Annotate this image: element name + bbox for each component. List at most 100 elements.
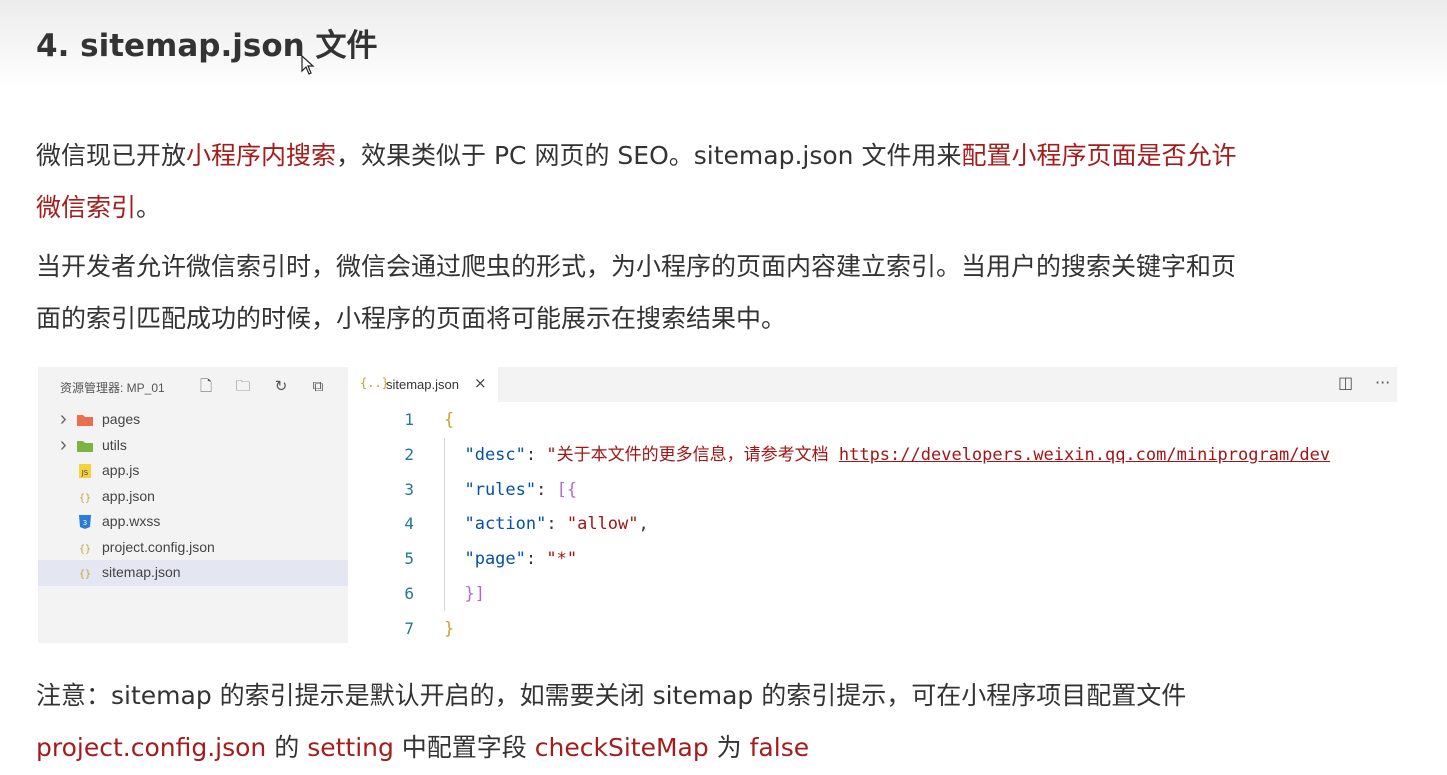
text-segment: 微信现已开放: [36, 141, 187, 170]
code-content: "action": "allow",: [444, 507, 649, 542]
code-token: }: [464, 583, 475, 604]
code-token: :: [525, 549, 547, 570]
code-content: "desc": "关于本文件的更多信息，请参考文档 https://develo…: [444, 438, 1330, 473]
file-tree: › pages › utils JS app.js {} app.json 3 app.wxss {…: [38, 407, 348, 586]
file-name: app.wxss: [102, 513, 161, 529]
split-editor-icon[interactable]: ◫: [1338, 373, 1353, 392]
text-segment: 的: [266, 733, 308, 762]
code-token: ]: [474, 583, 485, 604]
code-line: 4 "action": "allow",: [348, 507, 1397, 542]
code-token: {: [566, 479, 578, 500]
code-content: }]: [444, 577, 485, 612]
highlighted-text: project.config.json: [36, 733, 267, 762]
file-tree-item-utils[interactable]: › utils: [38, 433, 348, 459]
file-tree-item-pages[interactable]: › pages: [38, 407, 348, 433]
svg-text:{}: {}: [79, 569, 91, 580]
explorer-title: 资源管理器: MP_01: [60, 381, 165, 395]
highlighted-text: 配置小程序页面是否允许: [961, 141, 1237, 170]
css-file-icon: 3: [79, 515, 91, 529]
text-segment: 。: [136, 193, 162, 222]
editor-tab-bar: {..} sitemap.json × ◫ ···: [348, 367, 1397, 402]
code-content: "page": "*": [444, 542, 577, 577]
note-line-1: 注意：sitemap 的索引提示是默认开启的，如需要关闭 sitemap 的索引…: [36, 681, 1187, 710]
new-folder-icon[interactable]: 🗀: [233, 376, 253, 396]
close-icon[interactable]: ×: [474, 374, 487, 392]
code-line: 3 "rules": [{: [348, 473, 1397, 508]
file-tree-item-sitemap-json[interactable]: {} sitemap.json: [38, 560, 348, 586]
folder-icon: [77, 415, 93, 426]
folder-icon: [77, 440, 93, 452]
code-token: {: [444, 410, 455, 430]
code-editor: {..} sitemap.json × ◫ ··· 1 {2 "desc": "关…: [348, 367, 1397, 643]
code-token: :: [525, 444, 547, 465]
text-segment: 为: [708, 733, 750, 762]
svg-text:{}: {}: [79, 544, 91, 555]
new-file-icon[interactable]: 🗋: [196, 376, 216, 396]
code-token: :: [536, 479, 557, 500]
file-name: app.js: [102, 462, 140, 478]
note-paragraph: 注意：sitemap 的索引提示是默认开启的，如需要关闭 sitemap 的索引…: [36, 670, 1186, 774]
section-heading: 4. sitemap.json 文件: [36, 28, 378, 64]
json-file-icon: {..}: [360, 376, 389, 390]
highlighted-text: 小程序内搜索: [186, 141, 337, 170]
code-token: "page": [444, 549, 526, 570]
code-token: ,: [638, 514, 649, 535]
tab-label: sitemap.json: [386, 377, 459, 392]
line-number: 5: [404, 549, 414, 569]
tab-sitemap-json[interactable]: {..} sitemap.json ×: [348, 367, 498, 402]
svg-text:JS: JS: [81, 469, 89, 477]
note-line-2: project.config.json 的 setting 中配置字段 chec…: [36, 722, 1186, 774]
code-token: "关于本文件的更多信息，请参考文档: [546, 444, 839, 465]
code-content: }: [444, 612, 454, 643]
json-file-icon: {}: [79, 544, 91, 555]
line-number: 1: [404, 410, 414, 429]
line-number: 4: [404, 514, 414, 534]
file-tree-item-app-wxss[interactable]: 3 app.wxss: [38, 509, 348, 535]
code-line: 2 "desc": "关于本文件的更多信息，请参考文档 https://deve…: [348, 438, 1397, 473]
svg-text:3: 3: [83, 519, 87, 527]
refresh-icon[interactable]: ↻: [271, 376, 291, 396]
chevron-right-icon[interactable]: ›: [60, 433, 72, 459]
indexing-paragraph: 当开发者允许微信索引时，微信会通过爬虫的形式，为小程序的页面内容建立索引。当用户…: [36, 241, 1236, 345]
code-line: 5 "page": "*": [348, 542, 1397, 577]
intro-paragraph: 微信现已开放小程序内搜索，效果类似于 PC 网页的 SEO。sitemap.js…: [36, 130, 1236, 234]
file-name: project.config.json: [102, 538, 215, 555]
code-token: "rules": [444, 479, 537, 500]
file-name: utils: [102, 436, 127, 453]
line-number: 6: [404, 583, 414, 603]
js-file-icon: JS: [79, 464, 91, 478]
file-tree-item-app-json[interactable]: {} app.json: [38, 484, 348, 510]
file-tree-item-app-js[interactable]: JS app.js: [38, 458, 348, 484]
file-name: sitemap.json: [102, 564, 181, 580]
json-file-icon: {}: [79, 493, 91, 504]
code-content: "rules": [{: [444, 473, 577, 508]
explorer-header: 资源管理器: MP_01 🗋 🗀 ↻ ⧉: [38, 367, 348, 403]
highlighted-text: false: [749, 733, 810, 762]
code-token: "action": [444, 514, 547, 535]
highlighted-text: setting: [307, 733, 394, 762]
file-name: pages: [102, 411, 141, 427]
file-name: app.json: [102, 487, 155, 504]
code-token: "*": [546, 549, 578, 570]
line-number: 2: [404, 444, 414, 464]
intro-line-2: 微信索引。: [36, 182, 1236, 234]
collapse-all-icon[interactable]: ⧉: [308, 376, 328, 396]
code-token: "allow": [566, 514, 639, 535]
chevron-right-icon[interactable]: ›: [60, 407, 72, 433]
highlighted-text: 微信索引: [36, 193, 137, 222]
line-number: 7: [404, 618, 414, 638]
json-file-icon: {}: [79, 569, 91, 580]
file-tree-item-project-config-json[interactable]: {} project.config.json: [38, 535, 348, 561]
intro-line-1: 微信现已开放小程序内搜索，效果类似于 PC 网页的 SEO。sitemap.js…: [36, 130, 1236, 182]
doc-link[interactable]: https://developers.weixin.qq.com/minipro…: [839, 445, 1330, 465]
code-area[interactable]: 1 {2 "desc": "关于本文件的更多信息，请参考文档 https://de…: [348, 403, 1397, 643]
svg-text:{}: {}: [79, 493, 91, 504]
more-actions-icon[interactable]: ···: [1375, 373, 1390, 392]
code-token: }: [444, 618, 455, 639]
highlighted-text: checkSiteMap: [534, 733, 709, 762]
mouse-cursor-icon: [301, 55, 315, 75]
code-content: {: [444, 403, 454, 438]
line-number: 3: [404, 479, 414, 499]
text-segment: 中配置字段: [393, 733, 535, 762]
